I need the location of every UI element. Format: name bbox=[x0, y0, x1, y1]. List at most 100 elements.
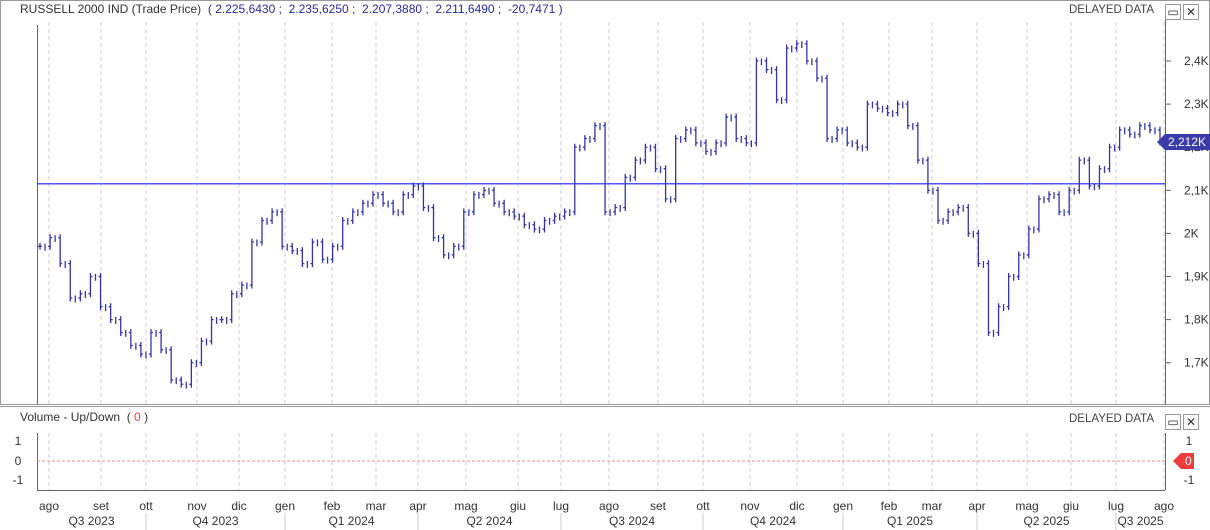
month-label: gen bbox=[275, 499, 295, 513]
last-price-label: 2,212K bbox=[1168, 135, 1206, 149]
volume-badge-label: 0 bbox=[1185, 454, 1192, 468]
ohlc-bar bbox=[582, 135, 591, 151]
ohlc-bar bbox=[88, 273, 97, 298]
ohlc-bar bbox=[259, 217, 268, 246]
month-label: ago bbox=[1154, 499, 1174, 513]
ohlc-bar bbox=[734, 113, 742, 143]
month-label: mag bbox=[1015, 499, 1038, 513]
ohlc-bar bbox=[875, 100, 884, 113]
ohlc-bar bbox=[633, 156, 642, 181]
ohlc-bar bbox=[78, 290, 87, 302]
month-label: mar bbox=[922, 499, 943, 513]
ohlc-bar bbox=[532, 221, 541, 234]
y-tick-label: 2K bbox=[1184, 226, 1199, 240]
ohlc-bar bbox=[1077, 156, 1085, 194]
ohlc-bar bbox=[492, 186, 500, 208]
month-label: giu bbox=[510, 499, 526, 513]
ohlc-bar bbox=[774, 66, 783, 105]
ohlc-bar bbox=[330, 242, 339, 263]
ohlc-bar bbox=[209, 316, 218, 345]
month-label: apr bbox=[968, 499, 985, 513]
ohlc-bar bbox=[572, 143, 581, 216]
month-label: dic bbox=[231, 499, 246, 513]
month-label: giu bbox=[1063, 499, 1079, 513]
quarter-label: Q4 2024 bbox=[750, 514, 796, 528]
ohlc-bar bbox=[441, 234, 450, 260]
y-tick-label: 1,9K bbox=[1184, 270, 1209, 284]
ohlc-bar bbox=[300, 247, 309, 268]
ohlc-bar bbox=[764, 57, 773, 74]
ohlc-bar bbox=[1107, 143, 1116, 173]
ohlc-bar bbox=[592, 122, 601, 143]
ohlc-bar bbox=[68, 260, 76, 303]
month-label: ott bbox=[139, 499, 153, 513]
ohlc-bar bbox=[754, 57, 763, 147]
ohlc-bar bbox=[108, 303, 117, 324]
ohlc-bar bbox=[835, 126, 843, 143]
y-tick-label: 2,1K bbox=[1184, 183, 1209, 197]
month-label: apr bbox=[409, 499, 426, 513]
ohlc-bar bbox=[855, 139, 863, 152]
ohlc-bar bbox=[189, 359, 198, 388]
ohlc-bar bbox=[159, 329, 167, 355]
ohlc-bar bbox=[724, 113, 732, 147]
month-label: dic bbox=[789, 499, 804, 513]
ohlc-bar bbox=[381, 191, 389, 208]
ohlc-bar bbox=[310, 238, 319, 268]
ohlc-bar bbox=[1097, 165, 1106, 190]
ohlc-bar bbox=[1026, 225, 1035, 259]
ohlc-bar bbox=[98, 273, 107, 311]
ohlc-bar bbox=[411, 182, 420, 199]
ohlc-bar bbox=[58, 234, 66, 268]
quarter-label: Q3 2023 bbox=[68, 514, 114, 528]
quarter-label: Q1 2025 bbox=[887, 514, 933, 528]
month-label: gen bbox=[833, 499, 853, 513]
ohlc-bar bbox=[421, 182, 430, 212]
y-tick-label: 2,4K bbox=[1184, 54, 1209, 68]
ohlc-bar bbox=[936, 186, 944, 225]
ohlc-bar bbox=[804, 40, 813, 66]
ohlc-bar bbox=[1117, 126, 1126, 151]
ohlc-bar bbox=[643, 143, 652, 164]
ohlc-bar bbox=[946, 208, 954, 224]
ohlc-bar bbox=[502, 199, 510, 217]
ohlc-bar bbox=[865, 100, 874, 151]
month-label: feb bbox=[324, 499, 341, 513]
ohlc-bar bbox=[1057, 191, 1065, 217]
ohlc-bar bbox=[915, 122, 924, 165]
ohlc-bar bbox=[986, 260, 995, 337]
month-label: lug bbox=[1108, 499, 1124, 513]
ohlc-bar bbox=[179, 376, 187, 389]
ohlc-bar bbox=[118, 316, 127, 337]
ohlc-bar bbox=[219, 316, 228, 324]
quarter-label: Q4 2023 bbox=[192, 514, 238, 528]
price-chart[interactable]: ago set ott nov dic gen feb mar apr mag giu lug ago s… bbox=[0, 0, 1210, 530]
quarter-label: Q2 2025 bbox=[1023, 514, 1069, 528]
ohlc-bar bbox=[128, 329, 137, 350]
month-label: ago bbox=[39, 499, 59, 513]
ohlc-bar bbox=[552, 212, 561, 224]
ohlc-bar bbox=[653, 143, 662, 174]
ohlc-bar bbox=[451, 242, 460, 259]
ohlc-bar bbox=[471, 191, 480, 216]
month-label: feb bbox=[881, 499, 898, 513]
ohlc-bar bbox=[683, 126, 692, 143]
ohlc-bar bbox=[814, 57, 823, 83]
volume-tick-right: -1 bbox=[1184, 473, 1195, 487]
y-tick-label: 2,3K bbox=[1184, 97, 1209, 111]
ohlc-bar bbox=[249, 238, 258, 289]
ohlc-bar bbox=[431, 204, 440, 243]
quarter-label: Q3 2025 bbox=[1117, 514, 1163, 528]
ohlc-bar bbox=[38, 242, 46, 251]
volume-tick-right: 1 bbox=[1186, 434, 1193, 448]
ohlc-bar bbox=[895, 100, 904, 117]
ohlc-bar bbox=[401, 191, 409, 216]
ohlc-bar bbox=[905, 100, 914, 130]
ohlc-bar bbox=[138, 342, 147, 359]
volume-tick-left: 0 bbox=[15, 454, 22, 468]
ohlc-bar bbox=[693, 126, 702, 148]
ohlc-bar bbox=[673, 135, 682, 203]
ohlc-bar bbox=[481, 186, 490, 199]
ohlc-bar bbox=[370, 191, 379, 207]
y-tick-label: 1,7K bbox=[1184, 356, 1209, 370]
